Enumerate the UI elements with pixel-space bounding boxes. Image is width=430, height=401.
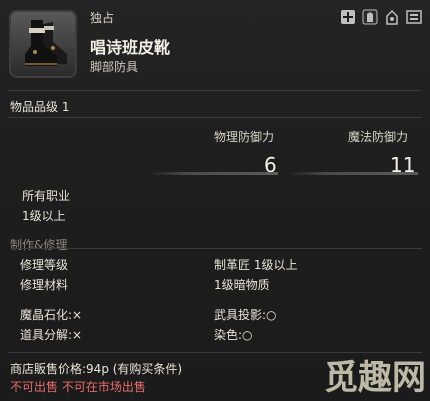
item-level: 物品品级 1 [10,100,70,114]
divider [8,90,422,91]
repair-material-label: 修理材料 [20,278,69,292]
item-icon [9,10,77,78]
job-level: 1级以上 [22,209,66,223]
job-classes: 所有职业 [22,189,71,203]
desynth-status: 道具分解:× [20,328,83,342]
boots-icon [25,20,67,66]
magic-defense-label: 魔法防御力 [348,130,409,144]
repair-level-value: 制革匠 1级以上 [214,258,298,272]
header-icons [340,8,422,26]
crafting-section-title: 制作&修理 [10,238,68,252]
repair-level-label: 修理等级 [20,258,69,272]
shop-price: 商店販售价格:94p (有购买条件) [10,362,183,376]
untradable-notice: 不可出售 不可在市场出售 [10,380,146,394]
projection-status: 武具投影:○ [214,308,277,322]
magic-defense-bar [286,172,418,175]
item-category: 脚部防具 [90,60,139,74]
dye-status: 染色:○ [214,328,253,342]
unique-label: 独占 [90,11,115,25]
physical-defense-bar [146,172,278,175]
divider [8,117,422,118]
watermark-logo: 觅趣网 [324,358,426,398]
repair-material-value: 1级暗物质 [214,278,270,292]
item-tooltip: 独占 唱诗班皮靴 脚部防具 物品品级 1 物理防御力 魔法防御力 6 11 所有… [0,0,430,401]
glamour-icon [362,8,378,26]
materia-meld-status: 魔晶石化:× [20,308,83,322]
plus-cross-icon [340,8,356,26]
divider [10,248,422,249]
job-requirements: 所有职业 1级以上 [22,186,70,226]
market-icon [406,8,422,26]
item-name: 唱诗班皮靴 [90,38,171,57]
dye-icon [384,8,400,26]
physical-defense-label: 物理防御力 [214,130,275,144]
